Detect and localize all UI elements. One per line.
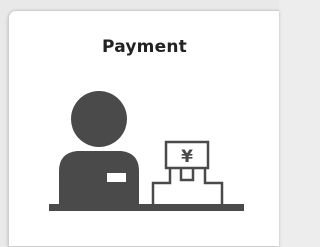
register-stem-shape: [179, 168, 195, 182]
name-badge-shape: [107, 173, 126, 182]
cashier-body-shape: [59, 151, 139, 206]
cashier-head-shape: [71, 91, 127, 147]
page-background: Payment ¥: [0, 0, 279, 246]
payment-tile-button[interactable]: Payment ¥: [8, 10, 279, 246]
counter-shape: [49, 204, 244, 211]
register-base-shape: [151, 168, 224, 206]
cashier-payment-icon: ¥: [49, 91, 244, 211]
yen-symbol: ¥: [181, 147, 193, 167]
